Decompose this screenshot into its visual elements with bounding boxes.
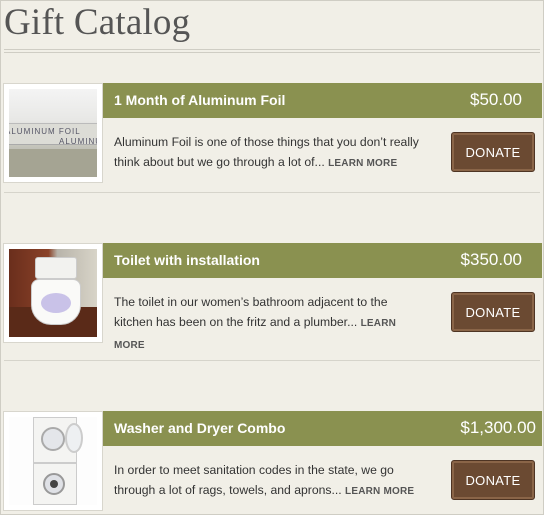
washer-dryer-image — [9, 417, 97, 505]
gift-image-frame[interactable]: ALUMINUM FOIL ALUMINUM — [3, 83, 103, 183]
gift-item-washer-dryer: Washer and Dryer Combo $1,300.00 In orde… — [1, 411, 544, 515]
learn-more-link[interactable]: LEARN MORE — [345, 486, 414, 497]
gift-description-text: The toilet in our women’s bathroom adjac… — [114, 295, 388, 329]
gift-description: The toilet in our women’s bathroom adjac… — [114, 292, 429, 356]
title-divider — [4, 49, 540, 53]
gift-title-bar: Toilet with installation $350.00 — [103, 243, 542, 278]
gift-price: $50.00 — [470, 90, 522, 109]
item-divider — [4, 192, 540, 193]
gift-title-bar: Washer and Dryer Combo $1,300.00 — [103, 411, 542, 446]
gift-price: $1,300.00 — [460, 418, 536, 437]
gift-image-frame[interactable] — [3, 243, 103, 343]
gift-item-aluminum-foil: ALUMINUM FOIL ALUMINUM 1 Month of Alumin… — [1, 83, 544, 193]
gift-description: In order to meet sanitation codes in the… — [114, 460, 429, 502]
gift-title[interactable]: 1 Month of Aluminum Foil — [114, 92, 285, 108]
gift-item-toilet: Toilet with installation $350.00 The toi… — [1, 243, 544, 353]
gift-price: $350.00 — [460, 250, 522, 269]
gift-title[interactable]: Toilet with installation — [114, 252, 260, 268]
item-divider — [4, 360, 540, 361]
donate-button[interactable]: DONATE — [451, 292, 535, 332]
donate-button[interactable]: DONATE — [451, 460, 535, 500]
gift-image-frame[interactable] — [3, 411, 103, 511]
page-title: Gift Catalog — [4, 2, 191, 43]
aluminum-foil-image: ALUMINUM FOIL ALUMINUM — [9, 89, 97, 177]
learn-more-link[interactable]: LEARN MORE — [328, 158, 397, 169]
gift-title[interactable]: Washer and Dryer Combo — [114, 420, 285, 436]
donate-button[interactable]: DONATE — [451, 132, 535, 172]
gift-title-bar: 1 Month of Aluminum Foil $50.00 — [103, 83, 542, 118]
foil-label-text: ALUMINUM FOIL — [9, 127, 81, 136]
gift-description: Aluminum Foil is one of those things tha… — [114, 132, 429, 174]
toilet-image — [9, 249, 97, 337]
